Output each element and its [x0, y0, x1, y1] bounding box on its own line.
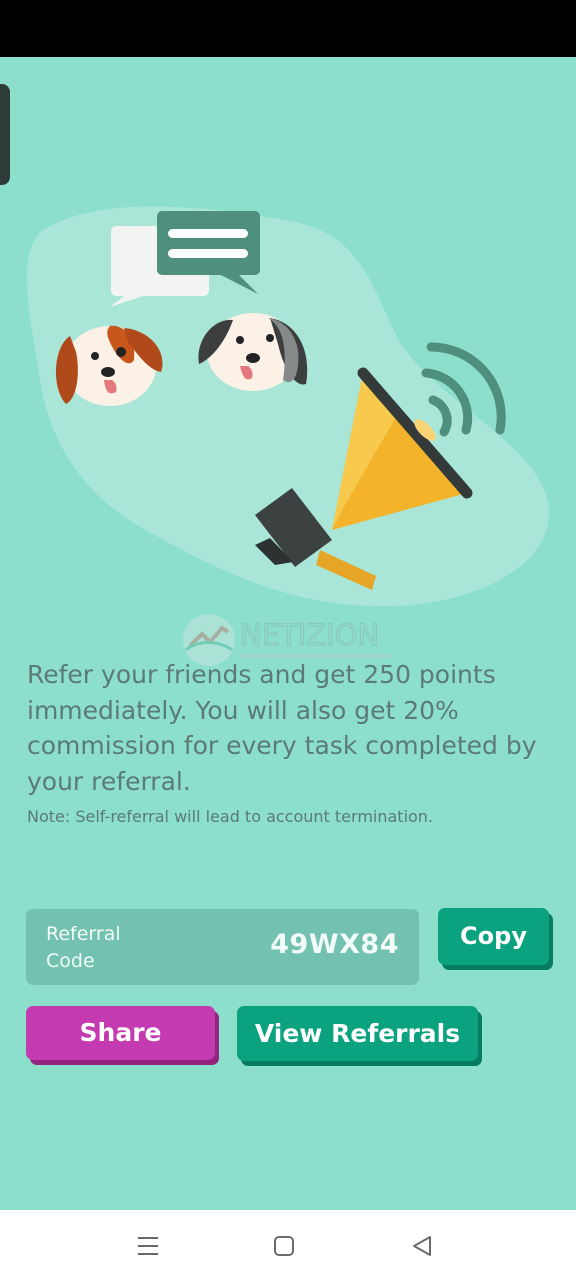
referral-illustration — [26, 206, 550, 607]
referral-code-label: Referral Code — [46, 923, 121, 972]
square-home-icon[interactable] — [272, 1234, 296, 1258]
referral-note: Note: Self-referral will lead to account… — [27, 807, 434, 826]
referral-description: Refer your friends and get 250 points im… — [27, 660, 537, 796]
share-button[interactable]: Share — [26, 1006, 215, 1060]
side-drawer-handle[interactable] — [0, 84, 10, 185]
status-bar — [0, 0, 576, 57]
triangle-back-icon[interactable] — [410, 1234, 434, 1258]
referral-code-value: 49WX84 — [270, 929, 399, 960]
menu-icon[interactable] — [136, 1234, 160, 1258]
referral-code-box: Referral Code 49WX84 — [26, 909, 419, 985]
watermark-text: NETIZION — [240, 618, 379, 652]
view-referrals-button[interactable]: View Referrals — [237, 1006, 478, 1061]
system-navigation-bar — [0, 1210, 576, 1280]
copy-button[interactable]: Copy — [438, 908, 549, 965]
